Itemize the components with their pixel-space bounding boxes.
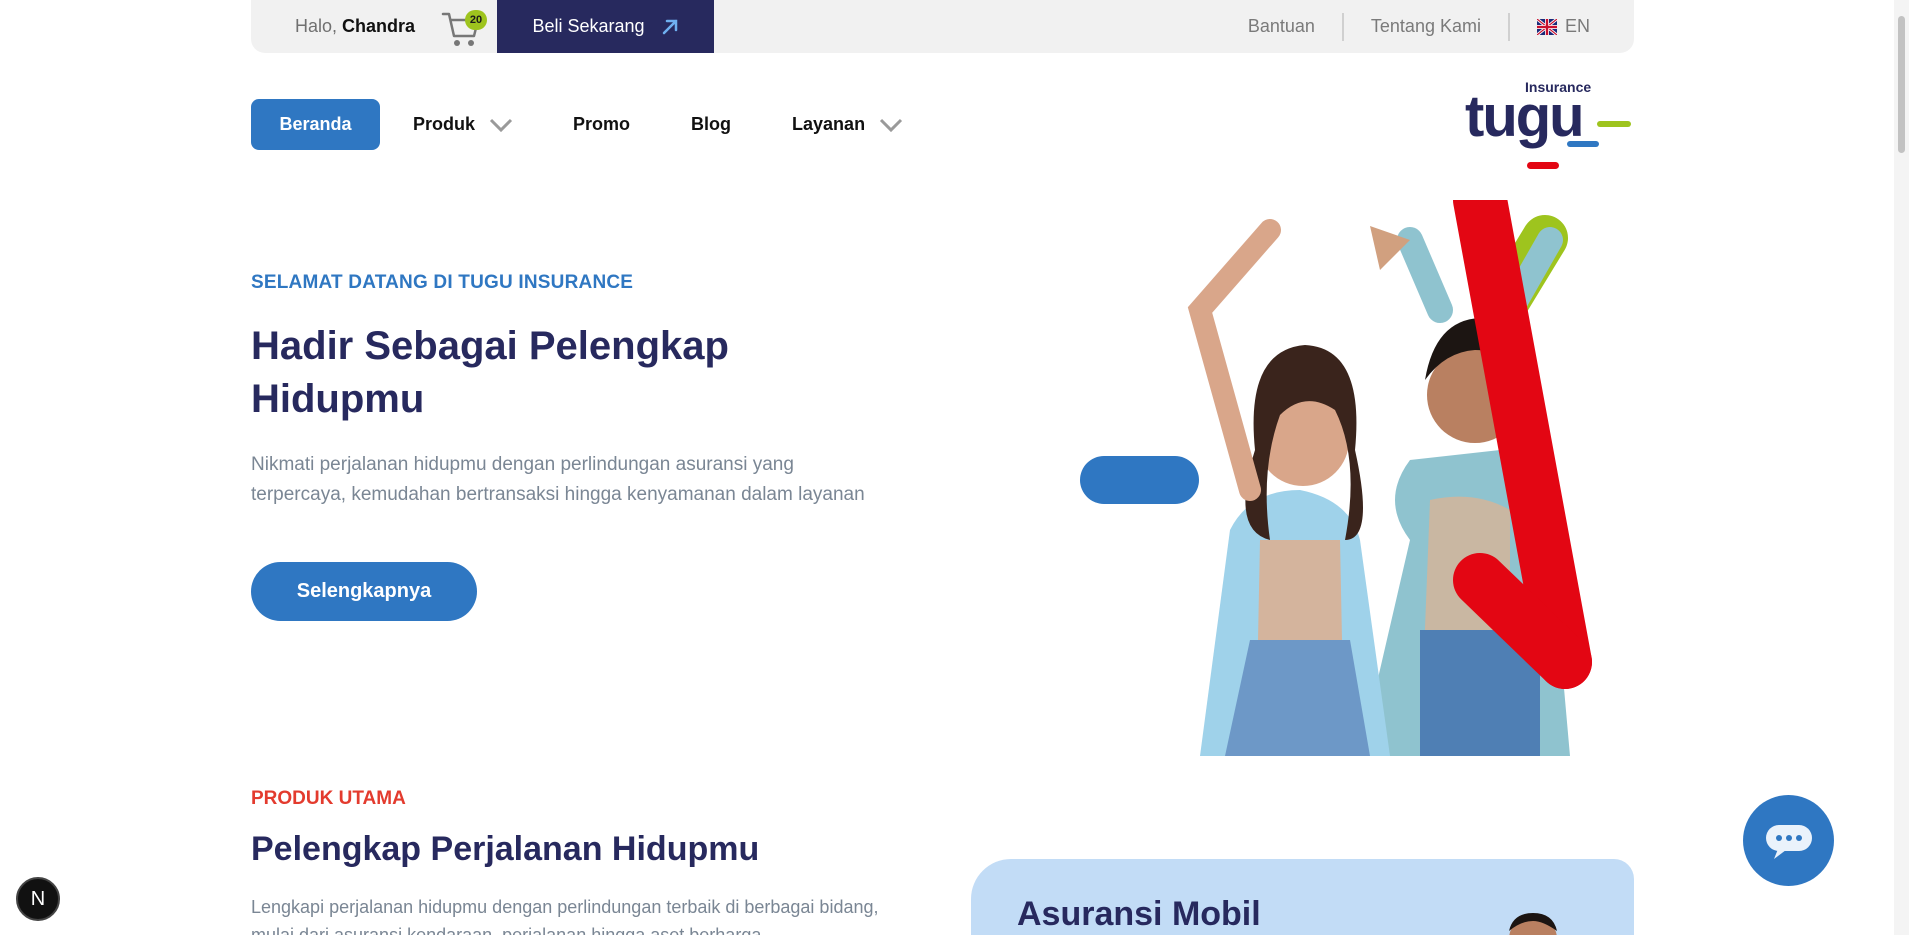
- nav-label: Beranda: [279, 114, 352, 134]
- card-title: Asuransi Mobil: [1017, 895, 1261, 933]
- nav-item-layanan[interactable]: Layanan: [792, 114, 903, 135]
- page-scrollbar[interactable]: [1894, 0, 1909, 935]
- help-link[interactable]: Bantuan: [1248, 16, 1315, 37]
- language-label: EN: [1564, 16, 1590, 36]
- hero-eyebrow: SELAMAT DATANG DI TUGU INSURANCE: [251, 272, 634, 293]
- divider: [1341, 12, 1344, 41]
- hero-title-line2: Hidupmu: [251, 377, 425, 421]
- products-eyebrow: PRODUK UTAMA: [251, 788, 406, 809]
- uk-flag-icon: [1536, 18, 1557, 35]
- about-link[interactable]: Tentang Kami: [1371, 16, 1481, 37]
- chevron-down-icon: [880, 118, 903, 132]
- cart-count-badge: 20: [465, 9, 488, 30]
- language-switch[interactable]: EN: [1536, 16, 1590, 37]
- nav-item-blog[interactable]: Blog: [691, 114, 731, 135]
- nav-item-produk[interactable]: Produk: [413, 114, 513, 135]
- learn-more-button[interactable]: Selengkapnya: [251, 562, 477, 621]
- nav-label: Blog: [691, 114, 732, 134]
- card-person-image: [1509, 913, 1557, 935]
- divider: [1507, 12, 1510, 41]
- chevron-down-icon: [489, 118, 513, 132]
- main-nav: Beranda Produk Promo Blog Layanan: [251, 99, 903, 150]
- hero-description: Nikmati perjalanan hidupmu dengan perlin…: [251, 454, 865, 505]
- top-bar: Halo, Chandra 20 Beli Sekarang Bantuan T…: [251, 0, 1634, 53]
- hero-title: Hadir Sebagai Pelengkap Hidupmu: [251, 320, 871, 426]
- greeting-prefix: Halo,: [295, 16, 343, 36]
- chat-button[interactable]: [1743, 795, 1834, 886]
- car-insurance-card[interactable]: Asuransi Mobil: [971, 859, 1634, 935]
- chat-bubble-icon: [1765, 824, 1812, 859]
- arrow-up-right-icon: [662, 19, 677, 34]
- tugu-insurance-logo[interactable]: Insurance tugu: [1465, 78, 1635, 172]
- nav-item-beranda[interactable]: Beranda: [251, 99, 380, 150]
- logo-wordmark: tugu: [1465, 84, 1583, 149]
- products-description: Lengkapi perjalanan hidupmu dengan perli…: [251, 897, 879, 935]
- buy-now-label: Beli Sekarang: [532, 16, 645, 36]
- hero-couple-image: [1080, 200, 1592, 756]
- cart-button[interactable]: 20: [441, 6, 488, 48]
- nav-label: Promo: [573, 114, 631, 134]
- hero-title-line1: Hadir Sebagai Pelengkap: [251, 324, 729, 368]
- buy-now-button[interactable]: Beli Sekarang: [497, 0, 715, 53]
- user-name: Chandra: [342, 16, 416, 36]
- nav-item-promo[interactable]: Promo: [573, 114, 630, 135]
- nav-label: Layanan: [792, 114, 866, 134]
- user-greeting: Halo, Chandra: [295, 16, 415, 37]
- products-title: Pelengkap Perjalanan Hidupmu: [251, 830, 760, 868]
- scrollbar-thumb[interactable]: [1898, 16, 1905, 153]
- nextjs-dev-badge[interactable]: N: [16, 877, 60, 921]
- nav-label: Produk: [413, 114, 476, 134]
